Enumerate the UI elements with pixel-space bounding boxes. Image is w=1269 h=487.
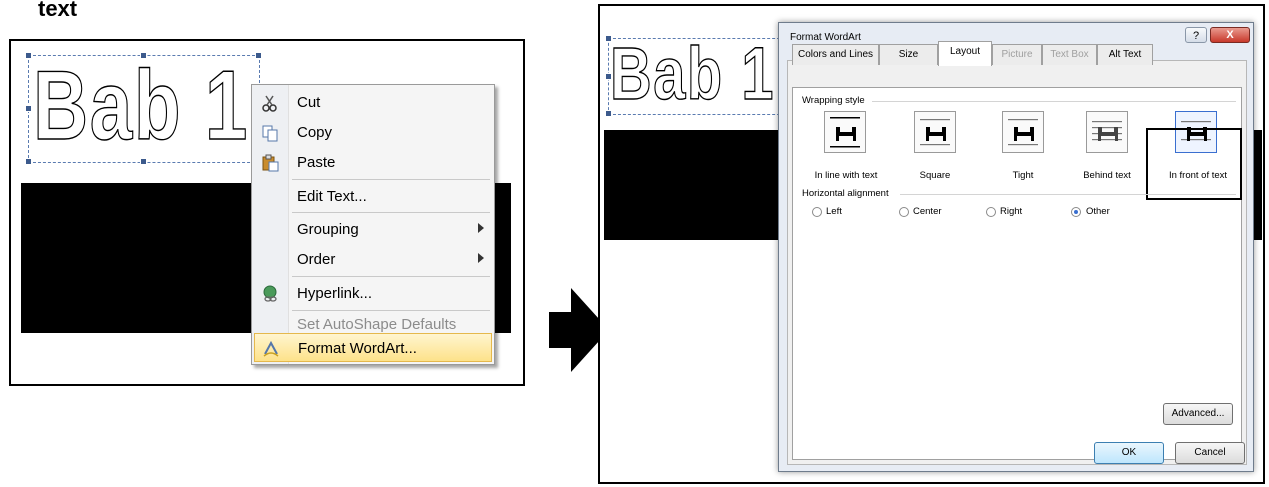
menu-item-label: Order <box>297 251 336 268</box>
selection-handle-tr[interactable] <box>255 52 262 59</box>
align-other-radio[interactable] <box>1071 207 1081 217</box>
advanced-button[interactable]: Advanced... <box>1163 403 1233 425</box>
submenu-arrow-icon <box>478 253 484 263</box>
group-divider <box>900 194 1236 195</box>
align-center-label[interactable]: Center <box>913 206 942 217</box>
close-button[interactable]: X <box>1210 27 1250 43</box>
submenu-arrow-icon <box>478 223 484 233</box>
menu-item-edit-text[interactable]: Edit Text... <box>252 182 494 212</box>
tab-text-box: Text Box <box>1042 44 1097 65</box>
dialog-title: Format WordArt <box>790 32 861 43</box>
group-divider <box>872 101 1236 102</box>
selected-wrap-highlight-box <box>1146 128 1242 200</box>
menu-item-label: Paste <box>297 154 336 171</box>
scissors-icon <box>262 95 277 112</box>
wrap-behind-label[interactable]: Behind text <box>1077 170 1137 181</box>
align-center-radio[interactable] <box>899 207 909 217</box>
menu-item-label: Copy <box>297 124 333 141</box>
menu-separator <box>292 212 490 213</box>
ok-button[interactable]: OK <box>1094 442 1164 464</box>
wrap-square-label[interactable]: Square <box>905 170 965 181</box>
menu-item-label: Set AutoShape Defaults <box>297 316 457 333</box>
align-left-label[interactable]: Left <box>826 206 842 217</box>
menu-item-label: Cut <box>297 94 321 111</box>
menu-item-format-wordart[interactable]: Format WordArt... <box>254 333 492 362</box>
menu-item-label: Hyperlink... <box>297 285 373 302</box>
wrap-inline-label[interactable]: In line with text <box>808 170 884 181</box>
wordart-text[interactable]: Bab 1 <box>32 43 249 167</box>
tab-picture: Picture <box>992 44 1042 65</box>
menu-item-order[interactable]: Order <box>252 245 494 275</box>
wordart-text[interactable]: Bab 1 <box>609 28 775 120</box>
paste-icon <box>262 154 279 172</box>
menu-item-paste[interactable]: Paste <box>252 148 494 178</box>
align-left-radio[interactable] <box>812 207 822 217</box>
tab-size[interactable]: Size <box>879 44 938 65</box>
menu-separator <box>292 276 490 277</box>
hyperlink-globe-icon <box>263 285 277 302</box>
tab-colors-and-lines[interactable]: Colors and Lines <box>792 44 879 65</box>
copy-icon <box>262 125 278 142</box>
help-button[interactable]: ? <box>1185 27 1207 43</box>
cancel-button[interactable]: Cancel <box>1175 442 1245 464</box>
wrap-tight-label[interactable]: Tight <box>993 170 1053 181</box>
menu-item-label: Grouping <box>297 221 359 238</box>
menu-item-copy[interactable]: Copy <box>252 118 494 148</box>
menu-item-grouping[interactable]: Grouping <box>252 215 494 245</box>
tab-alt-text[interactable]: Alt Text <box>1097 44 1153 65</box>
section-caption: text <box>38 0 78 21</box>
align-right-label[interactable]: Right <box>1000 206 1022 217</box>
format-wordart-icon <box>263 340 279 357</box>
tab-layout[interactable]: Layout <box>938 41 992 66</box>
wrap-front-label[interactable]: In front of text <box>1158 170 1238 181</box>
menu-item-label: Edit Text... <box>297 188 367 205</box>
menu-item-cut[interactable]: Cut <box>252 88 494 118</box>
align-right-radio[interactable] <box>986 207 996 217</box>
horizontal-alignment-label: Horizontal alignment <box>802 188 889 199</box>
wrapping-style-label: Wrapping style <box>802 95 865 106</box>
menu-separator <box>292 179 490 180</box>
align-other-label[interactable]: Other <box>1086 206 1110 217</box>
selection-handle-bl[interactable] <box>25 158 32 165</box>
selection-handle-tl[interactable] <box>25 52 32 59</box>
menu-item-label: Format WordArt... <box>298 340 417 357</box>
menu-item-set-autoshape-defaults: Set AutoShape Defaults <box>252 302 494 333</box>
context-menu: Cut Copy Paste Edit Text... Grouping Ord… <box>251 84 495 365</box>
selection-handle-ml[interactable] <box>25 105 32 112</box>
